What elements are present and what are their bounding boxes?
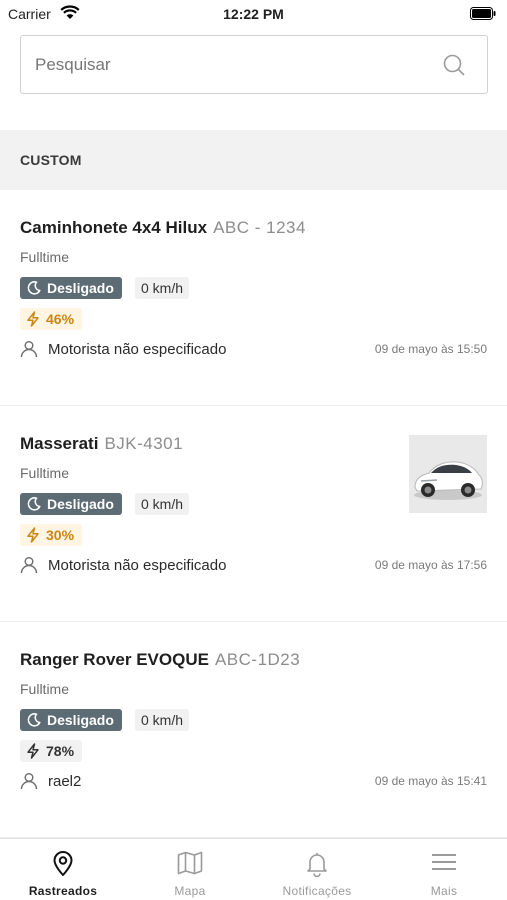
lightning-icon <box>27 743 39 759</box>
user-icon <box>20 773 38 790</box>
ignition-status-label: Desligado <box>47 280 114 296</box>
section-title: CUSTOM <box>20 152 82 168</box>
battery-icon <box>470 7 496 20</box>
battery-level: 30% <box>46 527 75 543</box>
vehicle-card[interactable]: Ranger Rover EVOQUE ABC-1D23 Fulltime Des… <box>0 622 507 838</box>
battery-badge: 30% <box>20 524 83 546</box>
ignition-status-label: Desligado <box>47 496 114 512</box>
tab-label: Mapa <box>174 884 206 898</box>
vehicle-name: Ranger Rover EVOQUE <box>20 650 209 669</box>
tab-notificacoes[interactable]: Notificações <box>254 839 380 900</box>
tab-mais[interactable]: Mais <box>381 839 507 900</box>
vehicle-plate: BJK-4301 <box>104 434 184 453</box>
ignition-status-badge: Desligado <box>20 277 122 299</box>
search-box[interactable] <box>20 35 488 94</box>
vehicle-plate: ABC-1D23 <box>214 650 301 669</box>
last-update-time: 09 de mayo às 15:41 <box>374 774 487 788</box>
tracking-mode: Fulltime <box>20 249 70 265</box>
user-icon <box>20 557 38 574</box>
speed-badge: 0 km/h <box>135 493 190 515</box>
vehicle-card[interactable]: Masserati BJK-4301 Fulltime Desligado 0 k… <box>0 406 507 622</box>
bell-icon <box>307 853 327 877</box>
battery-badge: 46% <box>20 308 83 330</box>
tab-label: Mais <box>430 884 458 898</box>
tab-label: Rastreados <box>28 884 98 898</box>
user-icon <box>20 341 38 358</box>
tracking-mode: Fulltime <box>20 465 70 481</box>
tab-rastreados[interactable]: Rastreados <box>0 839 126 900</box>
vehicle-title: Masserati BJK-4301 <box>20 434 183 454</box>
white-sports-car-image <box>409 435 487 513</box>
tab-label: Notificações <box>282 884 352 898</box>
driver-row: rael2 <box>20 772 81 790</box>
map-icon <box>177 851 203 875</box>
lightning-icon <box>27 311 39 327</box>
search-icon[interactable] <box>443 54 465 76</box>
moon-icon <box>27 713 41 727</box>
tab-bar: Rastreados Mapa Notificações Mais <box>0 838 507 900</box>
last-update-time: 09 de mayo às 17:56 <box>374 558 487 572</box>
last-update-time: 09 de mayo às 15:50 <box>374 342 487 356</box>
ignition-status-label: Desligado <box>47 712 114 728</box>
lightning-icon <box>27 527 39 543</box>
vehicle-name: Masserati <box>20 434 99 453</box>
battery-level: 78% <box>46 743 75 759</box>
speed-badge: 0 km/h <box>135 709 190 731</box>
moon-icon <box>27 497 41 511</box>
search-input[interactable] <box>35 36 435 93</box>
driver-row: Motorista não especificado <box>20 340 226 358</box>
tab-mapa[interactable]: Mapa <box>127 839 253 900</box>
tracking-mode: Fulltime <box>20 681 70 697</box>
speed-badge: 0 km/h <box>135 277 190 299</box>
section-header: CUSTOM <box>0 130 507 190</box>
vehicle-title: Ranger Rover EVOQUE ABC-1D23 <box>20 650 300 670</box>
vehicle-photo[interactable] <box>409 435 487 513</box>
menu-icon <box>432 854 456 870</box>
battery-level: 46% <box>46 311 75 327</box>
status-bar: Carrier 12:22 PM <box>0 0 507 28</box>
moon-icon <box>27 281 41 295</box>
ignition-status-badge: Desligado <box>20 493 122 515</box>
vehicle-card[interactable]: Caminhonete 4x4 Hilux ABC - 1234 Fulltime… <box>0 190 507 406</box>
driver-row: Motorista não especificado <box>20 556 226 574</box>
location-pin-icon <box>53 851 73 876</box>
vehicle-title: Caminhonete 4x4 Hilux ABC - 1234 <box>20 218 306 238</box>
ignition-status-badge: Desligado <box>20 709 122 731</box>
battery-badge: 78% <box>20 740 83 762</box>
vehicle-name: Caminhonete 4x4 Hilux <box>20 218 208 237</box>
driver-name: Motorista não especificado <box>48 340 227 358</box>
driver-name: Motorista não especificado <box>48 556 227 574</box>
clock: 12:22 PM <box>223 6 284 22</box>
vehicle-plate: ABC - 1234 <box>213 218 306 237</box>
driver-name: rael2 <box>48 772 82 790</box>
